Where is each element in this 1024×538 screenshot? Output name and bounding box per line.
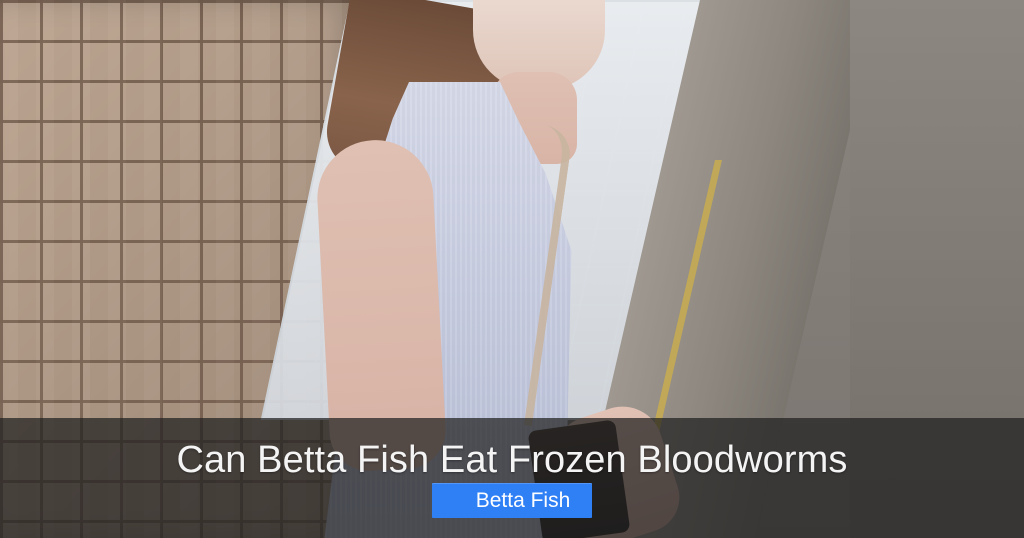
category-tag-label: Betta Fish (475, 489, 571, 512)
category-tag-button[interactable]: Betta Fish (432, 483, 592, 518)
article-title: Can Betta Fish Eat Frozen Bloodworms (176, 439, 848, 481)
